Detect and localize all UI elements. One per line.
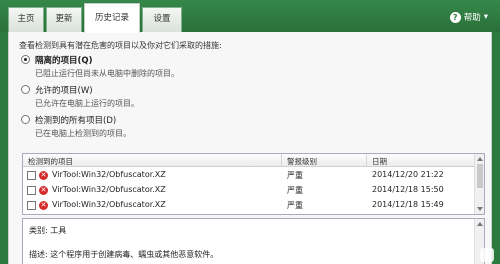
table-row[interactable]: ✕ VirTool:Win32/Obfuscator.XZ 严重 2014/12…: [23, 168, 475, 183]
column-divider[interactable]: [366, 154, 367, 167]
option-title: 允许的项目(W): [35, 86, 93, 96]
list-scrollbar[interactable]: [474, 154, 484, 214]
watermark-badge-icon: [480, 248, 494, 262]
column-divider[interactable]: [281, 154, 282, 167]
tab-history[interactable]: 历史记录: [84, 3, 140, 33]
tab-label: 历史记录: [94, 13, 129, 23]
tab-home[interactable]: 主页: [8, 7, 44, 32]
help-icon: ?: [449, 11, 461, 23]
threat-icon: ✕: [39, 201, 48, 210]
details-category: 类别: 工具: [29, 226, 67, 235]
scroll-up-arrow-icon[interactable]: [477, 157, 483, 161]
alert-level: 严重: [287, 186, 303, 195]
chevron-down-icon: ▾: [483, 12, 488, 22]
detected-items-list: 检测到的项目 警报级别 日期 ✕ VirTool:Win32/Obfuscato…: [22, 153, 485, 215]
row-checkbox[interactable]: [27, 171, 36, 180]
tab-label: 主页: [17, 14, 35, 24]
details-description: 描述: 这个程序用于创建病毒、蠕虫或其他恶意软件。: [29, 250, 219, 259]
history-panel: 查看检测到具有潜在危害的项目以及你对它们采取的措施: 隔离的项目(Q) 已阻止运…: [8, 32, 492, 264]
tab-label: 更新: [55, 14, 73, 24]
table-row[interactable]: ✕ VirTool:Win32/Obfuscator.XZ 严重 2014/12…: [23, 183, 475, 198]
table-row[interactable]: ✕ VirTool:Win32/Obfuscator.XZ 严重 2014/12…: [23, 198, 475, 213]
item-name: VirTool:Win32/Obfuscator.XZ: [52, 200, 166, 209]
help-label: 帮助: [463, 13, 481, 23]
radio-button-selected[interactable]: [21, 55, 30, 64]
column-header-date[interactable]: 日期: [372, 156, 387, 167]
list-header: 检测到的项目 警报级别 日期: [23, 154, 475, 167]
item-name: VirTool:Win32/Obfuscator.XZ: [52, 170, 166, 179]
column-header-level[interactable]: 警报级别: [287, 156, 317, 167]
tab-label: 设置: [153, 14, 171, 24]
option-subtitle: 已阻止运行但尚未从电脑中删除的项目。: [35, 69, 179, 78]
item-name: VirTool:Win32/Obfuscator.XZ: [52, 185, 166, 194]
scroll-down-arrow-icon[interactable]: [477, 207, 483, 211]
row-checkbox[interactable]: [27, 201, 36, 210]
threat-icon: ✕: [39, 186, 48, 195]
radio-button[interactable]: [21, 85, 30, 94]
option-subtitle: 已允许在电脑上运行的项目。: [35, 99, 139, 108]
history-description: 查看检测到具有潜在危害的项目以及你对它们采取的措施:: [19, 41, 222, 50]
option-title: 检测到的所有项目(D): [35, 116, 117, 126]
detection-date: 2014/12/18 15:50: [372, 185, 444, 194]
tab-settings[interactable]: 设置: [142, 7, 182, 32]
tab-strip: 主页 更新 历史记录 设置 ? 帮助 ▾: [0, 0, 500, 33]
option-subtitle: 已在电脑上检测到的项目。: [35, 129, 131, 138]
detection-date: 2014/12/20 21:22: [372, 170, 444, 179]
tab-update[interactable]: 更新: [46, 7, 82, 32]
details-pane: 类别: 工具 描述: 这个程序用于创建病毒、蠕虫或其他恶意软件。: [22, 218, 485, 264]
alert-level: 严重: [287, 201, 303, 210]
watermark-logo: [480, 248, 494, 262]
alert-level: 严重: [287, 171, 303, 180]
threat-icon: ✕: [39, 171, 48, 180]
detection-date: 2014/12/18 15:49: [372, 200, 444, 209]
scroll-up-arrow-icon[interactable]: [477, 222, 483, 226]
row-checkbox[interactable]: [27, 186, 36, 195]
column-header-item[interactable]: 检测到的项目: [28, 156, 73, 167]
option-title: 隔离的项目(Q): [35, 56, 93, 66]
radio-button[interactable]: [21, 115, 30, 124]
scrollbar-thumb[interactable]: [477, 164, 483, 188]
help-button[interactable]: ? 帮助 ▾: [449, 11, 488, 23]
